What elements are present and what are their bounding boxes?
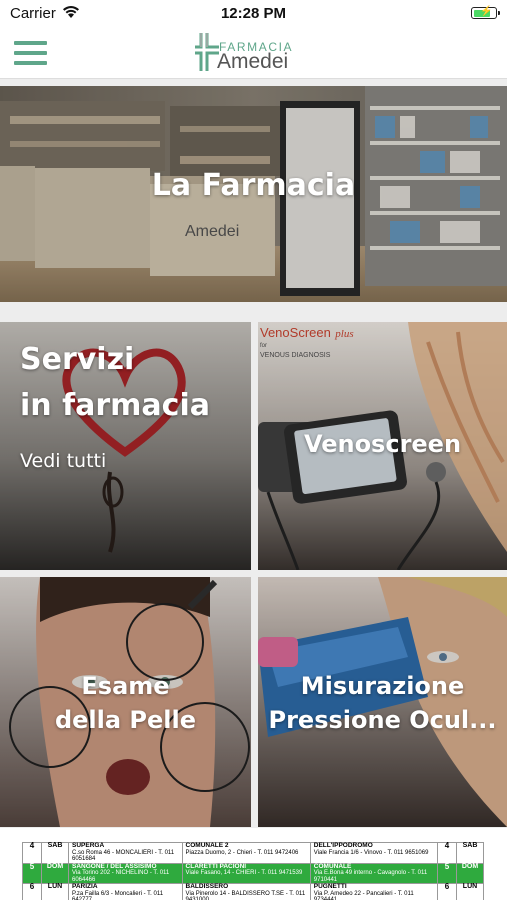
- pharmacy-address: C.so Roma 46 - MONCALIERI - T. 011 60516…: [72, 849, 175, 863]
- calendar-day-number: 6: [437, 883, 457, 900]
- banner-title: La Farmacia: [151, 168, 356, 203]
- calendar-row: 4 SAB SUPERGA C.so Roma 46 - MONCALIERI - T…: [22, 842, 484, 864]
- pharmacy-address: Piazza Duomo, 2 - Chieri - T. 011 947240…: [185, 849, 299, 856]
- calendar-day-number: 5: [437, 862, 457, 884]
- pharmacy-name: SUPERGA: [72, 842, 105, 849]
- venoscreen-brand: VenoScreen plus: [260, 324, 354, 342]
- tile-eye-pressure-title-line2: Pressione Ocul...: [268, 706, 497, 734]
- app-header: FARMACIA Amedei: [0, 28, 507, 79]
- calendar-pharmacy-cell: COMUNALE 2 Piazza Duomo, 2 - Chieri - T. …: [181, 842, 311, 864]
- calendar-day-of-week: LUN: [41, 883, 69, 900]
- pharmacy-name: PUGNETTI: [313, 883, 347, 890]
- calendar-pharmacy-cell: BALDISSERO Via Pinerolo 14 - BALDISSERO T…: [181, 883, 311, 900]
- duty-calendar[interactable]: 4 SAB SUPERGA C.so Roma 46 - MONCALIERI - T…: [0, 828, 507, 900]
- pharmacy-name: CLARETTI PACIONI: [185, 862, 247, 870]
- pharmacy-address: Via Torino 202 - NICHELINO - T. 011 6064…: [72, 870, 170, 883]
- calendar-pharmacy-cell: COMUNALE Via E.Bona 49 interno - Cavagnol…: [309, 862, 439, 884]
- pharmacy-address: Via Pinerolo 14 - BALDISSERO T.SE - T. 0…: [185, 890, 306, 900]
- pharmacy-name: COMUNALE: [313, 862, 352, 870]
- calendar-day-number: 4: [437, 842, 457, 864]
- tile-services-title-line1: Servizi: [20, 342, 135, 377]
- tile-venoscreen-title: Venoscreen: [303, 430, 462, 458]
- venoscreen-for: for: [260, 343, 268, 349]
- tile-venoscreen[interactable]: VenoScreen plus for VENOUS DIAGNOSIS Ven…: [258, 322, 507, 570]
- calendar-pharmacy-cell: PUGNETTI Via P. Amedeo 22 - Pancalieri - …: [309, 883, 439, 900]
- calendar-row: 5 DOM SANGONE / DEL ASSISIMO Via Torino 202…: [22, 862, 484, 884]
- charging-bolt-icon: ⚡: [480, 6, 493, 17]
- calendar-day-number: 6: [22, 883, 42, 900]
- calendar-pharmacy-cell: PARIZIA P.za Failla 6/3 - Moncalieri - T.…: [68, 883, 183, 900]
- pharmacy-name: PARIZIA: [72, 883, 98, 890]
- calendar-day-number: 5: [22, 862, 42, 884]
- pharmacy-name: SANGONE / DEL ASSISIMO: [72, 862, 157, 870]
- venoscreen-brand-suffix: plus: [335, 328, 354, 340]
- duty-calendar-table: 4 SAB SUPERGA C.so Roma 46 - MONCALIERI - T…: [22, 842, 484, 900]
- menu-icon[interactable]: [14, 41, 47, 65]
- calendar-day-of-week: DOM: [41, 862, 69, 884]
- pharmacy-name: BALDISSERO: [185, 883, 229, 890]
- logo-line2: Amedei: [217, 50, 289, 73]
- tile-services-title-line2: in farmacia: [20, 388, 210, 423]
- pharmacy-logo[interactable]: FARMACIA Amedei: [193, 30, 323, 76]
- tile-skin-exam[interactable]: Esame della Pelle: [0, 577, 251, 827]
- tile-skin-exam-title-line2: della Pelle: [54, 706, 197, 734]
- venoscreen-brand-name: VenoScreen: [260, 325, 331, 340]
- battery-icon: ⚡: [471, 6, 500, 19]
- calendar-day-of-week: SAB: [41, 842, 69, 864]
- pharmacy-banner[interactable]: Amedei La Farmacia: [0, 86, 507, 302]
- tile-services[interactable]: Servizi in farmacia Vedi tutti: [0, 322, 251, 570]
- tile-skin-exam-title-line1: Esame: [81, 672, 170, 700]
- calendar-day-of-week: DOM: [456, 862, 484, 884]
- calendar-pharmacy-cell: SUPERGA C.so Roma 46 - MONCALIERI - T. 01…: [68, 842, 183, 864]
- pharmacy-address: Viale Francia 1/6 - Vinovo - T. 011 9651…: [313, 849, 429, 856]
- calendar-row: 6 LUN PARIZIA P.za Failla 6/3 - Moncalieri …: [22, 883, 484, 900]
- pharmacy-address: P.za Failla 6/3 - Moncalieri - T. 011 64…: [72, 890, 164, 900]
- calendar-pharmacy-cell: DELL'IPPODROMO Viale Francia 1/6 - Vinovo…: [309, 842, 439, 864]
- calendar-pharmacy-cell: CLARETTI PACIONI Viale Fasano, 14 - CHIER…: [181, 862, 311, 884]
- pharmacy-address: Via P. Amedeo 22 - Pancalieri - T. 011 9…: [313, 890, 414, 900]
- tile-eye-pressure-title-line1: Misurazione: [300, 672, 465, 700]
- pharmacy-name: DELL'IPPODROMO: [313, 842, 373, 849]
- skin-exam-image: [0, 577, 251, 827]
- calendar-day-of-week: SAB: [456, 842, 484, 864]
- calendar-pharmacy-cell: SANGONE / DEL ASSISIMO Via Torino 202 - N…: [68, 862, 183, 884]
- tile-eye-pressure[interactable]: Misurazione Pressione Ocul...: [258, 577, 507, 827]
- venoscreen-subtitle: VENOUS DIAGNOSIS: [260, 352, 331, 359]
- clock: 12:28 PM: [220, 5, 287, 22]
- pharmacy-address: Viale Fasano, 14 - CHIERI - T. 011 94715…: [185, 870, 303, 876]
- calendar-day-number: 4: [22, 842, 42, 864]
- eye-pressure-image: [258, 577, 507, 827]
- pharmacy-name: COMUNALE 2: [185, 842, 229, 849]
- status-bar: Carrier 12:28 PM ⚡: [0, 0, 507, 28]
- calendar-day-of-week: LUN: [456, 883, 484, 900]
- pharmacy-address: Via E.Bona 49 interno - Cavagnolo - T. 0…: [313, 870, 428, 883]
- see-all-link[interactable]: Vedi tutti: [20, 450, 106, 472]
